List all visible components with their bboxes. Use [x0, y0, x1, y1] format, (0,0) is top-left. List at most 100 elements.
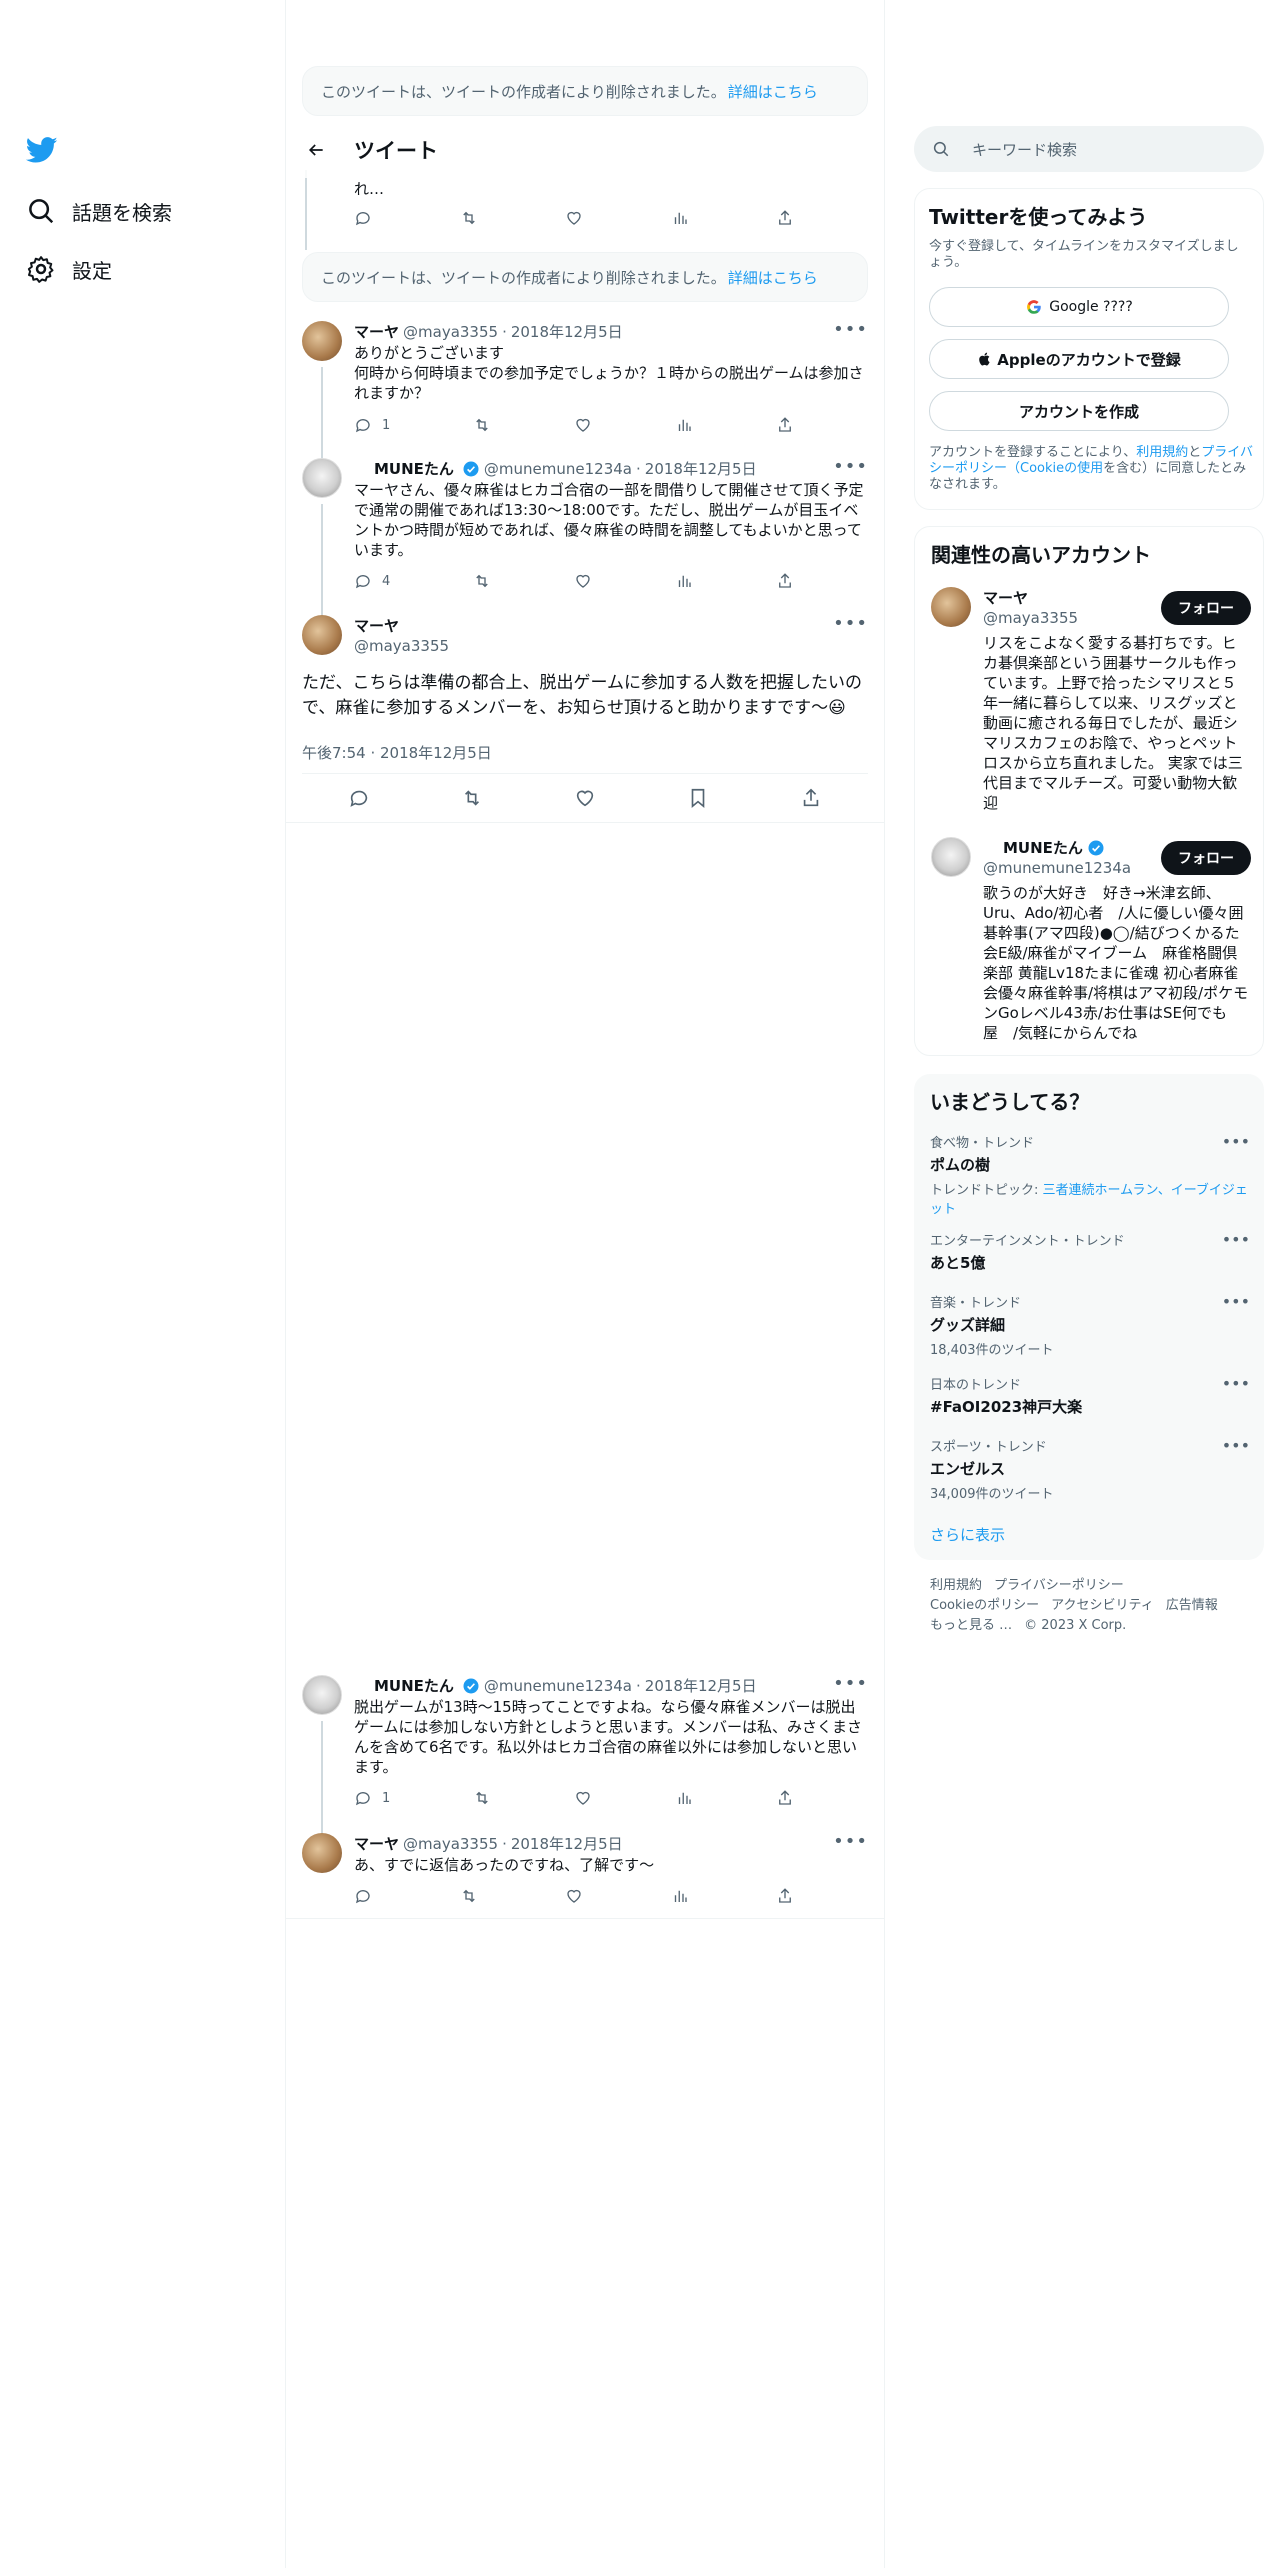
- retweet-button[interactable]: [460, 1887, 478, 1905]
- more-icon[interactable]: •••: [833, 1831, 868, 1852]
- create-account-button[interactable]: アカウントを作成: [929, 391, 1229, 431]
- reply-button[interactable]: 1: [354, 416, 390, 434]
- account-name-row[interactable]: MUNEたん: [983, 837, 1109, 858]
- bookmark-icon[interactable]: [687, 787, 709, 809]
- footer-link[interactable]: もっと見る …: [930, 1618, 1012, 1633]
- retweet-button[interactable]: [473, 416, 491, 434]
- account-handle[interactable]: @munemune1234a: [983, 859, 1131, 877]
- avatar[interactable]: [302, 1833, 342, 1873]
- deleted-notice-link[interactable]: 詳細はこちら: [728, 267, 818, 288]
- tweet-author-name[interactable]: マーヤ: [354, 615, 399, 636]
- tweet[interactable]: MUNEたん @munemune1234a · 2018年12月5日 ••• マ…: [302, 456, 868, 644]
- retweet-icon[interactable]: [461, 787, 483, 809]
- avatar[interactable]: [931, 837, 971, 877]
- tweet-author-name[interactable]: MUNEたん: [374, 458, 454, 479]
- more-icon[interactable]: •••: [1222, 1436, 1250, 1455]
- back-button[interactable]: [298, 132, 334, 168]
- nav-settings[interactable]: 設定: [26, 254, 112, 284]
- tweet[interactable]: MUNEたん @munemune1234a · 2018年12月5日 ••• 脱…: [302, 1673, 868, 1861]
- share-button[interactable]: [776, 1887, 794, 1905]
- avatar[interactable]: [302, 615, 342, 655]
- trend-item[interactable]: 日本のトレンド #FaOI2023神戸大楽 •••: [930, 1374, 1250, 1417]
- account-item[interactable]: MUNEたん @munemune1234a 歌うのが大好き 好き→米津玄師、Ur…: [931, 837, 1251, 1047]
- tweet-author-name[interactable]: マーヤ: [354, 1833, 399, 1854]
- tweet-date[interactable]: 2018年12月5日: [645, 458, 757, 479]
- left-sidebar: 話題を検索 設定: [0, 0, 285, 2568]
- like-button[interactable]: [574, 416, 592, 434]
- more-icon[interactable]: •••: [833, 319, 868, 340]
- follow-button[interactable]: フォロー: [1161, 591, 1251, 625]
- like-button[interactable]: [565, 209, 583, 227]
- more-icon[interactable]: •••: [833, 1673, 868, 1694]
- more-icon[interactable]: •••: [1222, 1292, 1250, 1311]
- heart-icon[interactable]: [574, 787, 596, 809]
- trend-item[interactable]: スポーツ・トレンド エンゼルス 34,009件のツイート •••: [930, 1436, 1250, 1502]
- account-name[interactable]: マーヤ: [983, 587, 1028, 608]
- trend-item[interactable]: 音楽・トレンド グッズ詳細 18,403件のツイート •••: [930, 1292, 1250, 1358]
- reply-button[interactable]: [354, 1887, 372, 1905]
- nav-explore[interactable]: 話題を検索: [26, 196, 172, 226]
- tweet-handle[interactable]: @munemune1234a: [484, 1677, 632, 1695]
- reply-button[interactable]: 1: [354, 1789, 390, 1807]
- footer-link[interactable]: 広告情報: [1166, 1598, 1218, 1613]
- retweet-button[interactable]: [473, 1789, 491, 1807]
- views-button[interactable]: [675, 572, 693, 590]
- like-button[interactable]: [574, 572, 592, 590]
- tweet-author-name[interactable]: MUNEたん: [374, 1675, 454, 1696]
- retweet-button[interactable]: [473, 572, 491, 590]
- tweet-handle[interactable]: @maya3355: [354, 637, 449, 655]
- search-bar[interactable]: キーワード検索: [914, 126, 1264, 172]
- footer-link[interactable]: アクセシビリティ: [1051, 1598, 1154, 1613]
- share-button[interactable]: [776, 209, 794, 227]
- follow-button[interactable]: フォロー: [1161, 841, 1251, 875]
- more-icon[interactable]: •••: [833, 456, 868, 477]
- account-handle[interactable]: @maya3355: [983, 609, 1078, 627]
- apple-signup-button[interactable]: Appleのアカウントで登録: [929, 339, 1229, 379]
- tweet-timestamp[interactable]: 午後7:54 · 2018年12月5日: [302, 742, 492, 763]
- reply-button[interactable]: 4: [354, 572, 390, 590]
- account-item[interactable]: マーヤ @maya3355 リスをこよなく愛する碁打ちです。ヒカ碁倶楽部という囲…: [931, 587, 1251, 812]
- more-icon[interactable]: •••: [1222, 1230, 1250, 1249]
- more-icon[interactable]: •••: [1222, 1374, 1250, 1393]
- tweet-date[interactable]: 2018年12月5日: [511, 1833, 623, 1854]
- avatar[interactable]: [302, 458, 342, 498]
- reply-icon[interactable]: [348, 787, 370, 809]
- show-more-link[interactable]: さらに表示: [930, 1524, 1005, 1545]
- share-icon[interactable]: [800, 787, 822, 809]
- google-signup-button[interactable]: Google ????: [929, 287, 1229, 327]
- terms-link[interactable]: 利用規約: [1136, 445, 1188, 460]
- footer-link[interactable]: Cookieのポリシー: [930, 1598, 1039, 1613]
- avatar[interactable]: [931, 587, 971, 627]
- tweet-date[interactable]: 2018年12月5日: [511, 321, 623, 342]
- tweet-handle[interactable]: @maya3355: [403, 1835, 498, 1853]
- like-button[interactable]: [565, 1887, 583, 1905]
- twitter-logo-icon[interactable]: [25, 134, 66, 170]
- trend-item[interactable]: エンターテインメント・トレンド あと5億 •••: [930, 1230, 1250, 1273]
- views-button[interactable]: [671, 1887, 689, 1905]
- search-input[interactable]: キーワード検索: [972, 139, 1077, 160]
- avatar[interactable]: [302, 321, 342, 361]
- footer-link[interactable]: 利用規約: [930, 1578, 982, 1593]
- avatar[interactable]: [302, 1675, 342, 1715]
- share-button[interactable]: [776, 1789, 794, 1807]
- tweet-handle[interactable]: @maya3355: [403, 323, 498, 341]
- tweet[interactable]: マーヤ @maya3355 · 2018年12月5日 ••• あ、すでに返信あっ…: [302, 1831, 868, 1913]
- tweet-date[interactable]: 2018年12月5日: [645, 1675, 757, 1696]
- views-button[interactable]: [671, 209, 689, 227]
- page-title: ツイート: [354, 139, 438, 163]
- trend-item[interactable]: 食べ物・トレンド ポムの樹 トレンドトピック: 三者連続ホームラン、イーブイジェ…: [930, 1132, 1250, 1217]
- share-button[interactable]: [776, 572, 794, 590]
- more-icon[interactable]: •••: [1222, 1132, 1250, 1151]
- retweet-button[interactable]: [460, 209, 478, 227]
- views-button[interactable]: [675, 1789, 693, 1807]
- tweet-author-name[interactable]: マーヤ: [354, 321, 399, 342]
- reply-button[interactable]: [354, 209, 372, 227]
- more-icon[interactable]: •••: [833, 613, 868, 634]
- like-button[interactable]: [574, 1789, 592, 1807]
- views-button[interactable]: [675, 416, 693, 434]
- tweet-handle[interactable]: @munemune1234a: [484, 460, 632, 478]
- footer-link[interactable]: プライバシーポリシー: [994, 1578, 1124, 1593]
- deleted-notice-link[interactable]: 詳細はこちら: [728, 81, 818, 102]
- share-button[interactable]: [776, 416, 794, 434]
- tweet[interactable]: マーヤ @maya3355 · 2018年12月5日 ••• ありがとうございま…: [302, 319, 868, 487]
